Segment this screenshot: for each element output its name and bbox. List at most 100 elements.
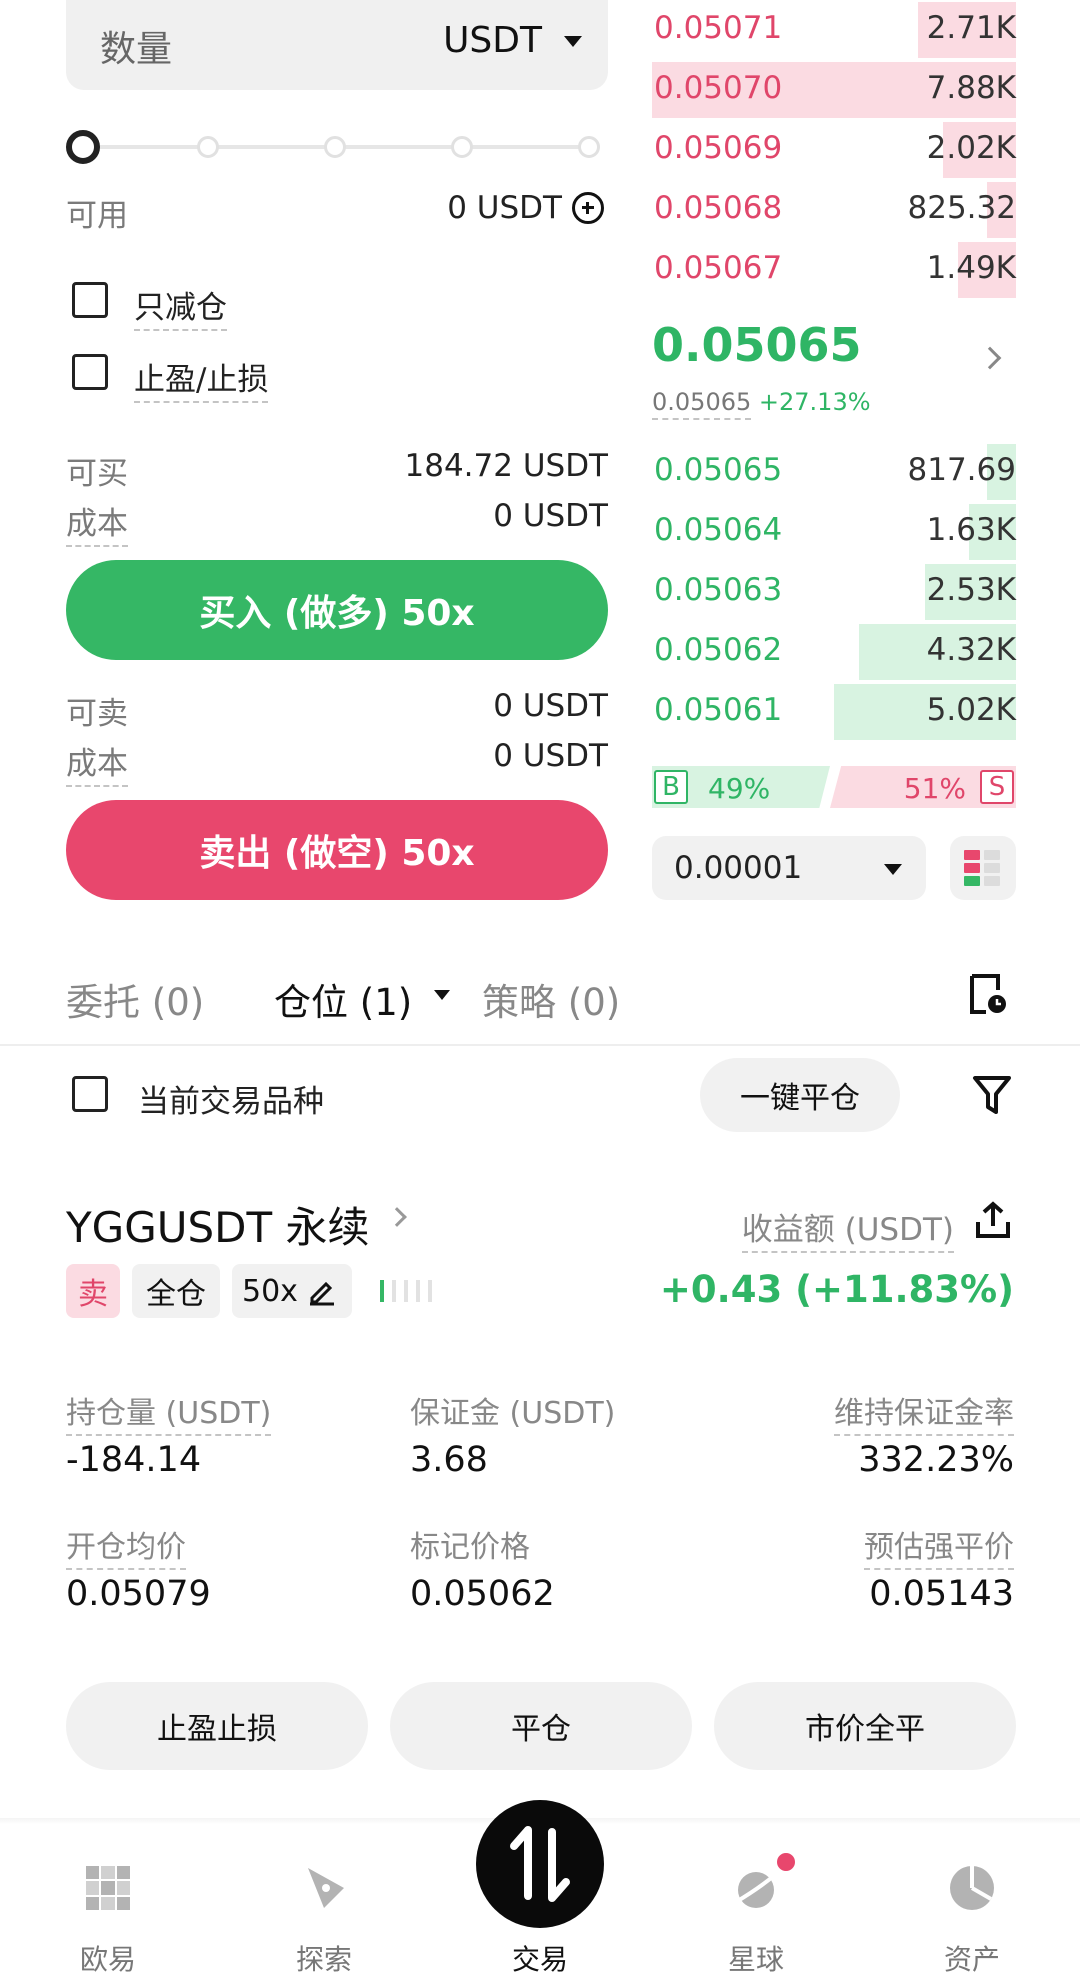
- share-icon[interactable]: [974, 1200, 1012, 1240]
- nav-assets[interactable]: 资产: [912, 1860, 1032, 1976]
- bid-price: 0.05063: [654, 572, 783, 608]
- tpsl-button[interactable]: 止盈止损: [66, 1682, 368, 1770]
- bid-row[interactable]: 0.05061 5.02K: [652, 682, 1016, 742]
- mmr-value: 332.23%: [858, 1440, 1014, 1480]
- bid-size: 4.32K: [926, 632, 1016, 668]
- edit-pencil-icon[interactable]: [306, 1276, 336, 1306]
- position-symbol[interactable]: YGGUSDT 永续: [66, 1194, 370, 1255]
- buy-long-button[interactable]: 买入 (做多) 50x: [66, 560, 608, 660]
- chevron-right-icon[interactable]: [387, 1207, 407, 1227]
- tabs-divider: [0, 1044, 1080, 1046]
- okx-logo-icon: [86, 1866, 130, 1910]
- caret-down-icon: [884, 864, 902, 875]
- nav-planet[interactable]: 星球: [696, 1860, 816, 1976]
- bid-row[interactable]: 0.05062 4.32K: [652, 622, 1016, 682]
- planet-icon: [734, 1872, 778, 1908]
- tab-positions[interactable]: 仓位 (1): [274, 972, 412, 1026]
- liq-price-label: 预估强平价: [864, 1522, 1014, 1570]
- quantity-label: 数量: [100, 29, 173, 70]
- ask-row[interactable]: 0.05070 7.88K: [652, 60, 1016, 120]
- tpsl-label[interactable]: 止盈/止损: [134, 354, 269, 403]
- slider-node-50[interactable]: [324, 136, 346, 158]
- nav-discover[interactable]: 探索: [264, 1860, 384, 1976]
- filter-icon[interactable]: [972, 1074, 1012, 1116]
- nav-discover-label: 探索: [295, 1943, 352, 1976]
- tab-orders[interactable]: 委托 (0): [66, 972, 204, 1026]
- ask-price: 0.05069: [654, 130, 783, 166]
- tab-strategies[interactable]: 策略 (0): [482, 972, 620, 1026]
- entry-price-value: 0.05079: [66, 1574, 211, 1614]
- ask-row[interactable]: 0.05071 2.71K: [652, 0, 1016, 60]
- current-symbol-label[interactable]: 当前交易品种: [138, 1076, 324, 1121]
- reduce-only-checkbox[interactable]: [72, 282, 108, 318]
- bid-price: 0.05061: [654, 692, 783, 728]
- layout-icon-cell: [984, 850, 1000, 860]
- buy-ratio-value: 49%: [708, 772, 771, 805]
- adl-bar: [380, 1280, 384, 1302]
- ask-price: 0.05070: [654, 70, 783, 106]
- bid-row[interactable]: 0.05065 817.69: [652, 442, 1016, 502]
- layout-icon-cell: [964, 876, 980, 886]
- nav-trade-label: 交易: [511, 1943, 568, 1976]
- quantity-slider[interactable]: [66, 130, 602, 164]
- nav-planet-label: 星球: [727, 1943, 784, 1976]
- sell-cost-label: 成本: [66, 738, 128, 787]
- bid-row[interactable]: 0.05063 2.53K: [652, 562, 1016, 622]
- sell-ratio-tag: S: [980, 770, 1014, 804]
- tpsl-checkbox[interactable]: [72, 354, 108, 390]
- adl-bar: [428, 1280, 432, 1302]
- close-position-button[interactable]: 平仓: [390, 1682, 692, 1770]
- available-label: 可用: [66, 198, 128, 234]
- mark-price-value: 0.05062: [410, 1574, 555, 1614]
- adl-bar: [404, 1280, 408, 1302]
- bid-size: 5.02K: [926, 692, 1016, 728]
- ask-size: 2.71K: [926, 10, 1016, 46]
- market-close-all-button[interactable]: 市价全平: [714, 1682, 1016, 1770]
- book-layout-button[interactable]: [950, 836, 1016, 900]
- sell-ratio-value: 51%: [903, 772, 966, 805]
- quantity-unit-select[interactable]: USDT: [443, 20, 542, 61]
- ask-size: 825.32: [907, 190, 1016, 226]
- compass-icon: [308, 1868, 344, 1908]
- bid-row[interactable]: 0.05064 1.63K: [652, 502, 1016, 562]
- add-funds-icon[interactable]: [572, 192, 604, 224]
- adl-indicator: [380, 1280, 440, 1302]
- nav-home[interactable]: 欧易: [48, 1860, 168, 1976]
- entry-price-label: 开仓均价: [66, 1522, 186, 1570]
- ask-price: 0.05067: [654, 250, 783, 286]
- sell-cost-value: 0 USDT: [493, 738, 608, 774]
- ask-size: 2.02K: [926, 130, 1016, 166]
- ask-price: 0.05068: [654, 190, 783, 226]
- pnl-label[interactable]: 收益额 (USDT): [741, 1204, 954, 1253]
- mmr-label: 维持保证金率: [834, 1388, 1014, 1436]
- slider-node-25[interactable]: [197, 136, 219, 158]
- slider-node-75[interactable]: [451, 136, 473, 158]
- buy-cost-value: 0 USDT: [493, 498, 608, 534]
- sell-short-button[interactable]: 卖出 (做空) 50x: [66, 800, 608, 900]
- order-history-icon[interactable]: [968, 972, 1008, 1016]
- reduce-only-label[interactable]: 只减仓: [134, 282, 227, 331]
- can-buy-value: 184.72 USDT: [404, 448, 609, 484]
- can-buy-label: 可买: [66, 456, 128, 492]
- side-tag: 卖: [66, 1264, 120, 1318]
- slider-node-100[interactable]: [578, 136, 600, 158]
- layout-icon-cell: [964, 863, 980, 873]
- swap-arrows-icon: [510, 1826, 570, 1902]
- can-sell-value: 0 USDT: [493, 688, 608, 724]
- tick-size-select[interactable]: 0.00001: [652, 836, 926, 900]
- chevron-right-icon[interactable]: [978, 346, 1002, 370]
- layout-icon-cell: [984, 876, 1000, 886]
- caret-down-icon[interactable]: [434, 990, 450, 1000]
- current-symbol-checkbox[interactable]: [72, 1076, 108, 1112]
- ask-row[interactable]: 0.05068 825.32: [652, 180, 1016, 240]
- close-all-positions-button[interactable]: 一键平仓: [700, 1058, 900, 1132]
- slider-handle[interactable]: [66, 130, 100, 164]
- ask-row[interactable]: 0.05069 2.02K: [652, 120, 1016, 180]
- nav-trade-button[interactable]: [476, 1800, 604, 1928]
- can-sell-label: 可卖: [66, 696, 128, 732]
- quantity-input[interactable]: 数量 USDT: [66, 0, 608, 90]
- buy-sell-ratio-bar: B 49% 51% S: [652, 766, 1016, 808]
- ask-row[interactable]: 0.05067 1.49K: [652, 240, 1016, 300]
- nav-assets-label: 资产: [943, 1943, 1000, 1976]
- last-price[interactable]: 0.05065: [652, 318, 862, 372]
